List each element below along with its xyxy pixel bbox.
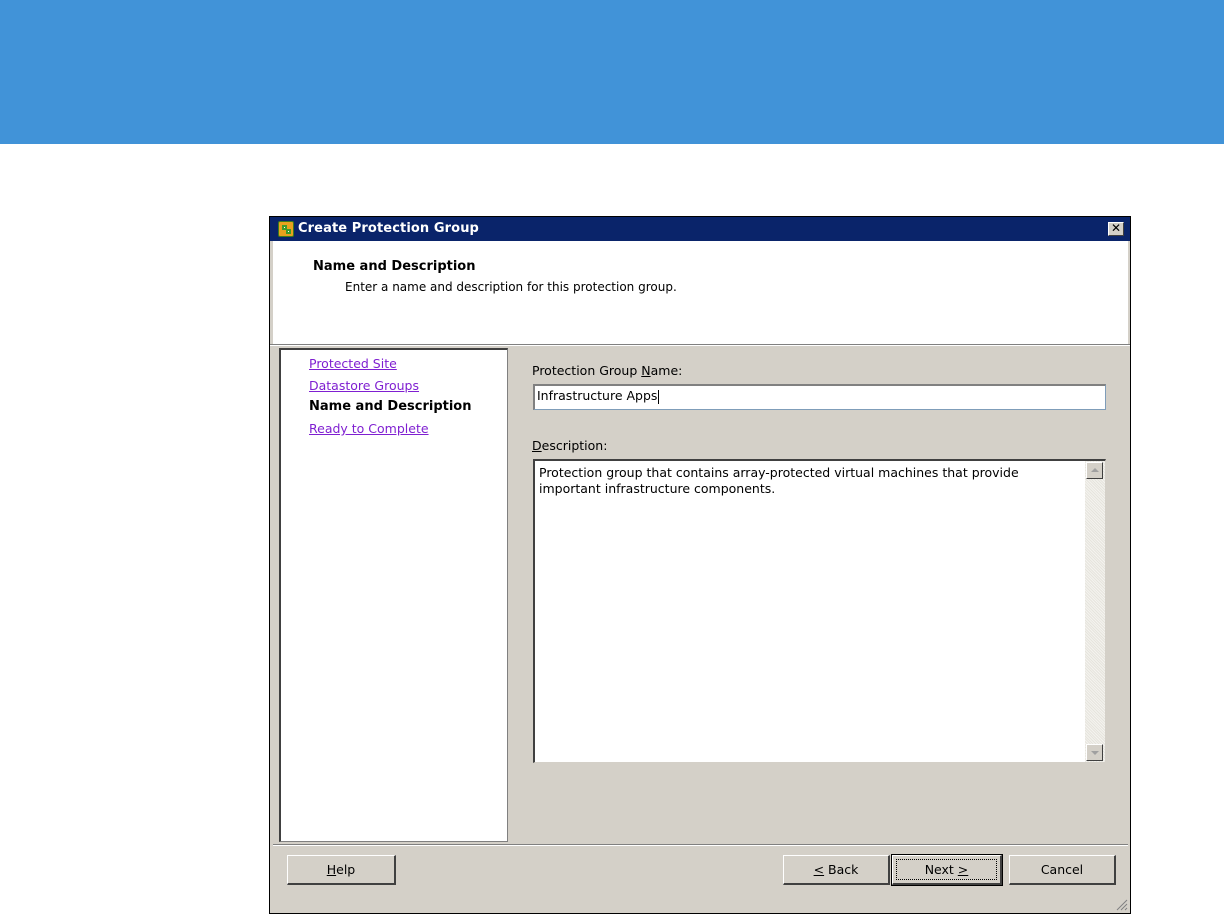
top-banner — [0, 0, 1224, 144]
help-button[interactable]: Help — [287, 855, 396, 885]
description-scrollbar[interactable] — [1085, 461, 1105, 762]
text-caret — [658, 389, 660, 404]
dialog-titlebar[interactable]: Create Protection Group ✕ — [270, 217, 1130, 241]
step-datastore-groups[interactable]: Datastore Groups — [309, 378, 419, 393]
step-protected-site[interactable]: Protected Site — [309, 356, 397, 371]
wizard-step-subtitle: Enter a name and description for this pr… — [345, 280, 677, 294]
create-protection-group-dialog: Create Protection Group ✕ Name and Descr… — [269, 216, 1131, 914]
protection-group-name-input[interactable]: Infrastructure Apps — [533, 384, 1106, 410]
header-divider-highlight — [270, 345, 1130, 346]
resize-grip-icon[interactable] — [1116, 899, 1128, 911]
description-label-accelerator: D — [532, 438, 542, 453]
vmware-srm-icon — [278, 221, 294, 237]
step-name-and-description: Name and Description — [309, 399, 472, 414]
back-accelerator: < — [813, 862, 825, 877]
description-textarea[interactable]: Protection group that contains array-pro… — [533, 459, 1106, 763]
cancel-button[interactable]: Cancel — [1009, 855, 1116, 885]
protection-group-name-label: Protection Group Name: — [532, 363, 682, 378]
description-value: Protection group that contains array-pro… — [539, 465, 1019, 496]
help-label: elp — [336, 862, 356, 877]
dialog-title: Create Protection Group — [298, 221, 479, 236]
description-label: Description: — [532, 438, 607, 453]
arrow-up-icon — [1091, 468, 1099, 472]
wizard-step-title: Name and Description — [313, 259, 476, 274]
back-label: Back — [824, 862, 859, 877]
name-label-accelerator: N — [641, 363, 651, 378]
scroll-down-button[interactable] — [1086, 744, 1103, 761]
protection-group-name-value: Infrastructure Apps — [537, 388, 658, 403]
next-accelerator: > — [957, 862, 969, 877]
scroll-up-button[interactable] — [1086, 462, 1103, 479]
close-icon[interactable]: ✕ — [1108, 222, 1124, 236]
description-label-text: escription: — [541, 438, 608, 453]
back-button[interactable]: < Back — [783, 855, 890, 885]
name-label-text: Protection Group — [532, 363, 642, 378]
help-accelerator: H — [326, 862, 337, 877]
step-ready-to-complete[interactable]: Ready to Complete — [309, 421, 429, 436]
next-label: Next — [924, 862, 958, 877]
next-button[interactable]: Next > — [891, 854, 1003, 886]
arrow-down-icon — [1091, 751, 1099, 755]
footer-divider-highlight — [273, 845, 1128, 846]
wizard-steps-panel: Protected Site Datastore Groups Name and… — [279, 348, 508, 842]
name-label-text-end: ame: — [650, 363, 683, 378]
wizard-header: Name and Description Enter a name and de… — [273, 241, 1128, 344]
